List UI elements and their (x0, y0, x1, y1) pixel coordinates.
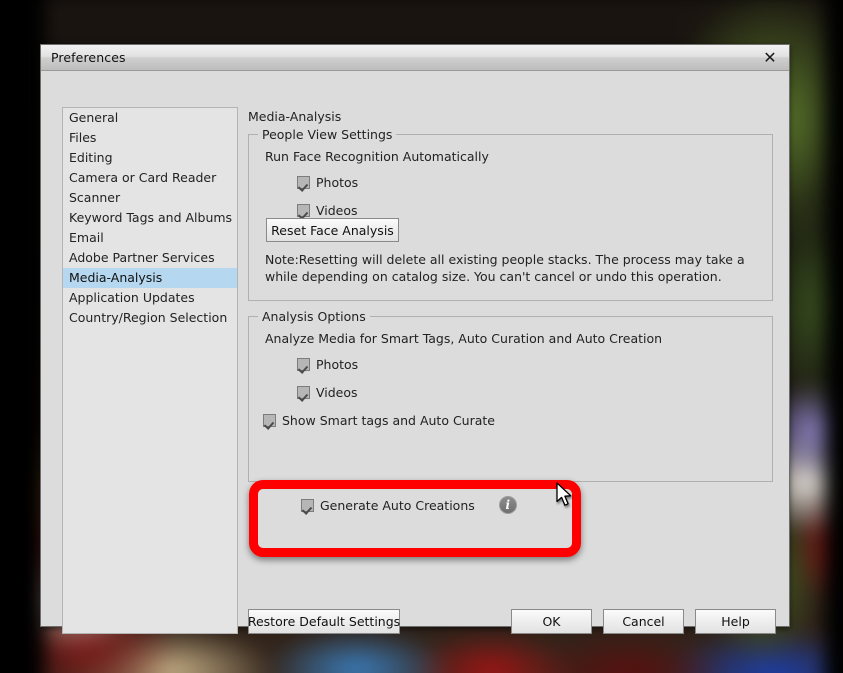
checkbox-icon[interactable] (297, 358, 310, 371)
info-icon[interactable]: i (498, 496, 517, 514)
show-smart-tags-label: Show Smart tags and Auto Curate (282, 413, 495, 428)
run-face-recognition-heading: Run Face Recognition Automatically (265, 149, 489, 164)
ok-button[interactable]: OK (511, 609, 592, 634)
sidebar-item-adobe-partner-services[interactable]: Adobe Partner Services (63, 248, 237, 268)
dialog-titlebar: Preferences ✕ (41, 45, 789, 71)
sidebar-item-scanner[interactable]: Scanner (63, 188, 237, 208)
sidebar-item-email[interactable]: Email (63, 228, 237, 248)
reset-face-analysis-note: Note:Resetting will delete all existing … (265, 252, 745, 284)
people-view-settings-group: People View Settings Run Face Recognitio… (248, 127, 773, 301)
screen: Preferences ✕ General Files Editing Came… (0, 0, 843, 673)
preferences-dialog: Preferences ✕ General Files Editing Came… (40, 44, 790, 634)
checkbox-icon[interactable] (297, 204, 310, 217)
generate-auto-creations-label: Generate Auto Creations (320, 497, 475, 513)
preferences-category-list[interactable]: General Files Editing Camera or Card Rea… (62, 107, 238, 634)
show-smart-tags-checkbox-row[interactable]: Show Smart tags and Auto Curate (263, 413, 495, 428)
checkbox-icon[interactable] (263, 414, 276, 427)
face-recognition-photos-checkbox-row[interactable]: Photos (297, 175, 358, 190)
generate-auto-creations-row[interactable]: Generate Auto Creations i (301, 496, 517, 514)
checkbox-icon[interactable] (301, 498, 314, 512)
sidebar-item-keyword-tags-and-albums[interactable]: Keyword Tags and Albums (63, 208, 237, 228)
people-view-settings-legend: People View Settings (258, 127, 397, 142)
face-recognition-videos-label: Videos (316, 203, 358, 218)
checkbox-icon[interactable] (297, 176, 310, 189)
checkbox-icon[interactable] (297, 386, 310, 399)
sidebar-item-editing[interactable]: Editing (63, 148, 237, 168)
sidebar-item-application-updates[interactable]: Application Updates (63, 288, 237, 308)
page-title: Media-Analysis (248, 109, 342, 124)
reset-face-analysis-button[interactable]: Reset Face Analysis (266, 218, 399, 242)
face-recognition-photos-label: Photos (316, 175, 359, 190)
sidebar-item-general[interactable]: General (63, 108, 237, 128)
analysis-photos-checkbox-row[interactable]: Photos (297, 357, 358, 372)
cancel-button[interactable]: Cancel (603, 609, 684, 634)
close-icon[interactable]: ✕ (759, 48, 781, 68)
sidebar-item-media-analysis[interactable]: Media-Analysis (63, 268, 237, 288)
sidebar-item-files[interactable]: Files (63, 128, 237, 148)
restore-default-settings-button[interactable]: Restore Default Settings (248, 609, 400, 634)
generate-auto-creations-panel: Generate Auto Creations i (256, 483, 576, 525)
dialog-body: General Files Editing Camera or Card Rea… (41, 71, 789, 634)
dialog-title: Preferences (51, 50, 126, 65)
generate-auto-creations-checkbox-row[interactable]: Generate Auto Creations (301, 498, 475, 513)
sidebar-item-country-region-selection[interactable]: Country/Region Selection (63, 308, 237, 328)
analysis-options-legend: Analysis Options (258, 309, 370, 324)
analyze-media-heading: Analyze Media for Smart Tags, Auto Curat… (265, 331, 663, 346)
face-recognition-videos-checkbox-row[interactable]: Videos (297, 203, 358, 218)
analysis-photos-label: Photos (316, 357, 359, 372)
analysis-options-group: Analysis Options Analyze Media for Smart… (248, 309, 773, 482)
sidebar-item-camera-or-card-reader[interactable]: Camera or Card Reader (63, 168, 237, 188)
analysis-videos-label: Videos (316, 385, 358, 400)
help-button[interactable]: Help (695, 609, 776, 634)
analysis-videos-checkbox-row[interactable]: Videos (297, 385, 358, 400)
